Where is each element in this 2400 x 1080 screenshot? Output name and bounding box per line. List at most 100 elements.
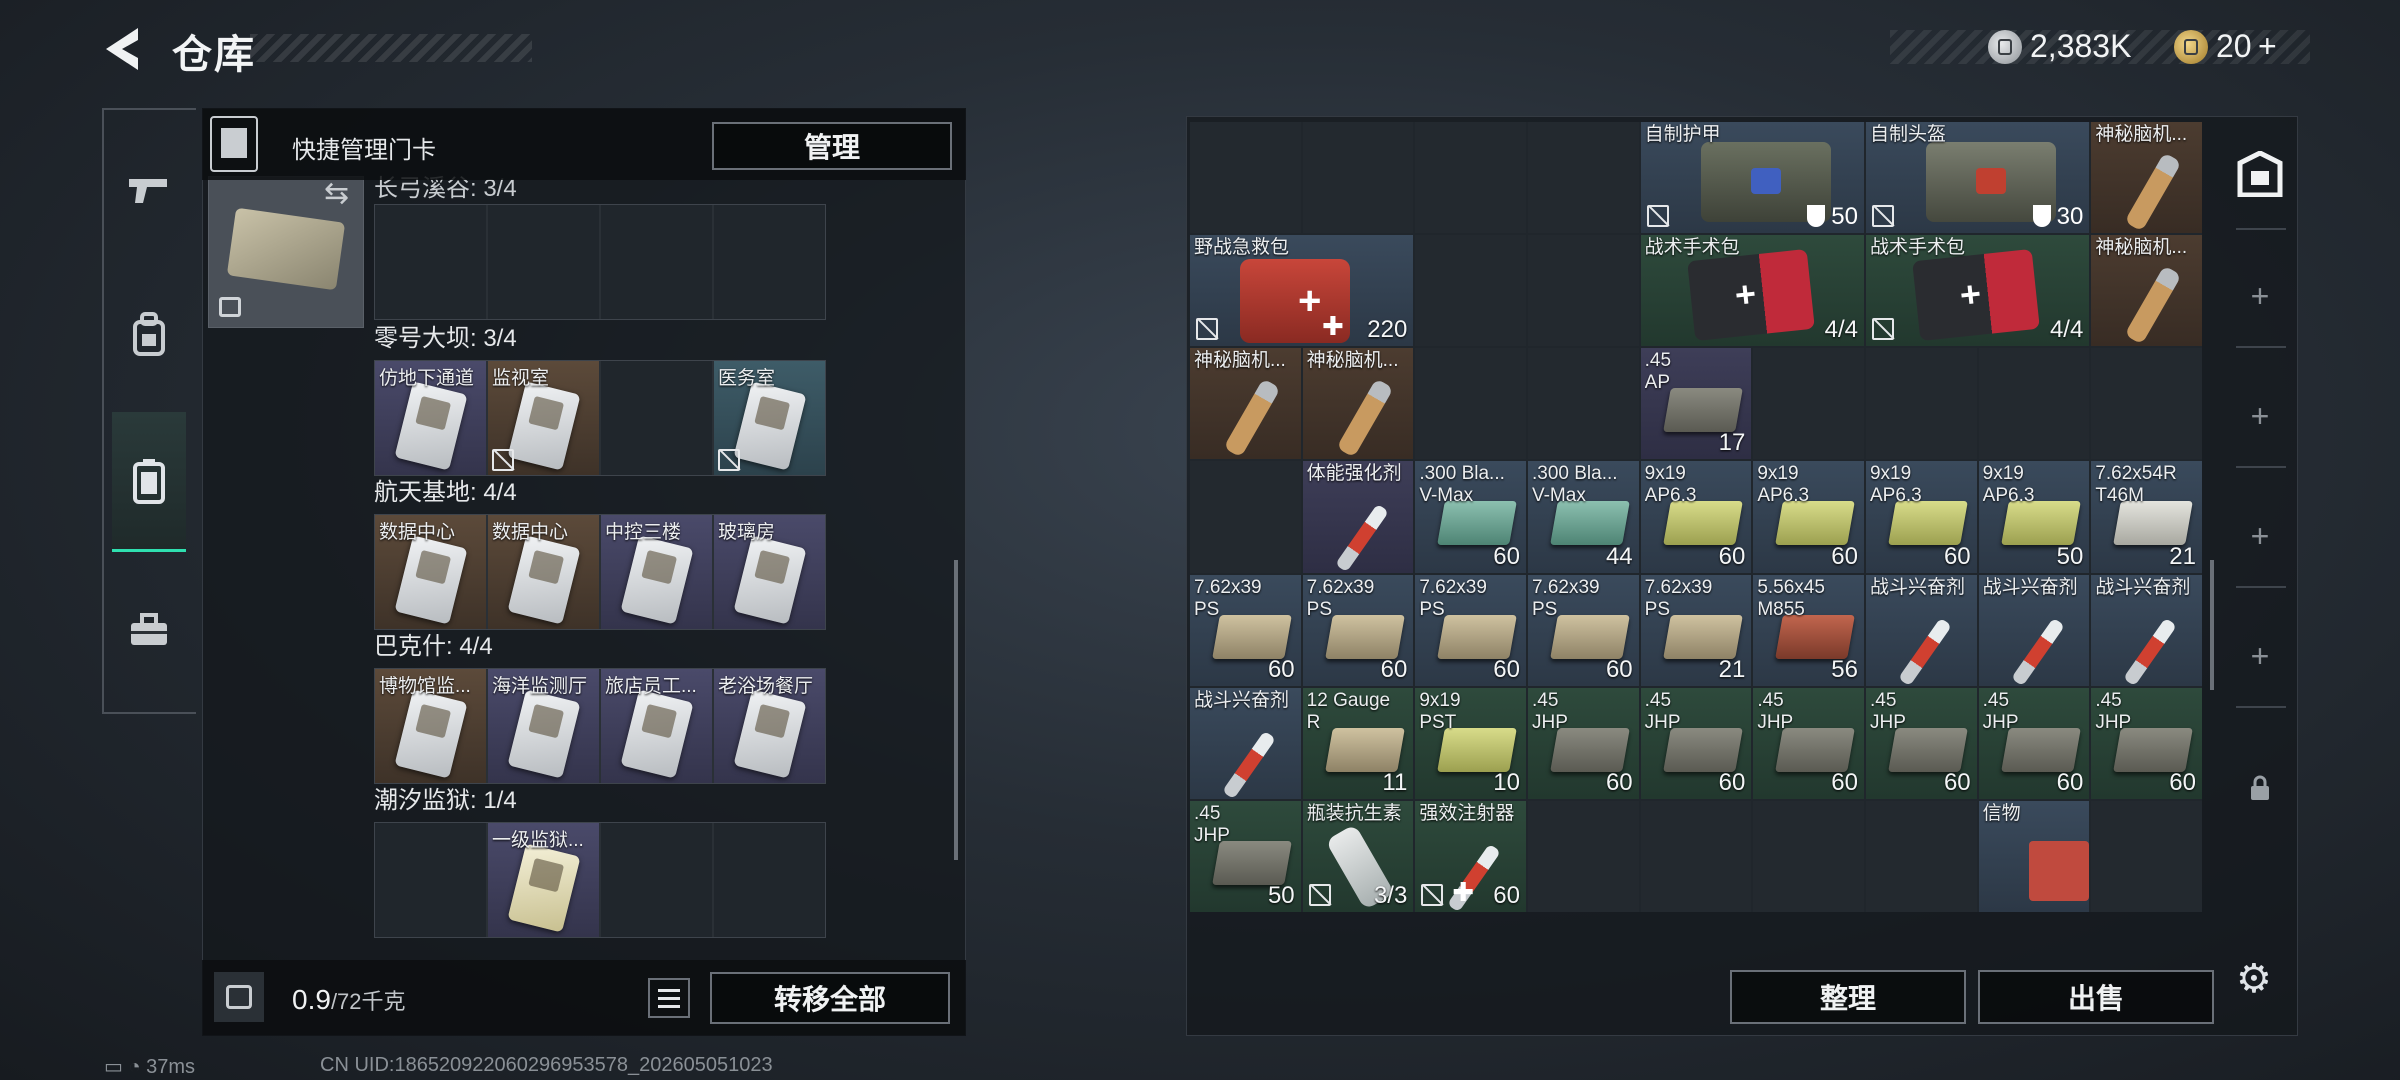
empty-slot[interactable]	[1753, 800, 1864, 912]
card-slot[interactable]: 医务室	[714, 361, 825, 475]
card-slot[interactable]: 玻璃房	[714, 515, 825, 629]
stash-item[interactable]: 7.62x39 PS 60	[1415, 574, 1526, 686]
back-arrow-icon[interactable]	[100, 24, 146, 74]
empty-slot[interactable]	[1978, 348, 2090, 460]
stash-item[interactable]: .300 Bla... V-Max 44	[1527, 461, 1639, 573]
stash-item[interactable]: 9x19 AP6.3 60	[1640, 461, 1752, 573]
stash-item[interactable]: 9x19 AP6.3 50	[1978, 461, 2090, 573]
gear-icon[interactable]: ⚙	[2236, 956, 2272, 1002]
left-scrollbar[interactable]	[954, 560, 958, 860]
stash-item[interactable]: .45 JHP 60	[1527, 687, 1639, 799]
empty-slot[interactable]	[1190, 461, 1301, 573]
card-slot[interactable]	[488, 205, 599, 319]
sort-button[interactable]: 整理	[1730, 970, 1966, 1024]
stash-item[interactable]: 神秘脑机...	[2091, 122, 2202, 234]
stash-item[interactable]: .45 JHP 60	[1865, 687, 1977, 799]
empty-slot[interactable]	[1190, 122, 1301, 234]
stash-item[interactable]: 7.62x39 PS 60	[1527, 574, 1639, 686]
backpack-tab[interactable]	[112, 294, 186, 374]
stash-item[interactable]: 野战急救包 ✚ 220	[1190, 235, 1414, 347]
keycard-tab[interactable]	[112, 412, 186, 552]
stash-item[interactable]: .45 JHP 60	[1753, 687, 1864, 799]
card-slot[interactable]	[601, 823, 712, 937]
empty-slot[interactable]	[1527, 235, 1639, 347]
card-slot[interactable]: 中控三楼	[601, 515, 712, 629]
stash-item[interactable]: 神秘脑机...	[1302, 348, 1414, 460]
card-slot[interactable]: 博物馆监...	[375, 669, 486, 783]
stash-item[interactable]: 12 Gauge R 11	[1302, 687, 1414, 799]
stash-scrollbar[interactable]	[2210, 560, 2214, 690]
stash-item[interactable]: 7.62x39 PS 60	[1190, 574, 1301, 686]
stash-item[interactable]: 9x19 PST 10	[1415, 687, 1526, 799]
card-slot[interactable]: 老浴场餐厅	[714, 669, 825, 783]
card-slot[interactable]: 数据中心	[488, 515, 599, 629]
empty-slot[interactable]	[1415, 348, 1526, 460]
stash-item[interactable]: .300 Bla... V-Max 60	[1415, 461, 1526, 573]
empty-slot[interactable]	[2091, 348, 2202, 460]
stash-item[interactable]: 神秘脑机...	[1190, 348, 1301, 460]
transfer-all-button[interactable]: 转移全部	[710, 972, 950, 1024]
plus-slot[interactable]: +	[2228, 626, 2292, 686]
empty-slot[interactable]	[1415, 235, 1526, 347]
stash-item[interactable]: 战斗兴奋剂	[2091, 574, 2202, 686]
lock-slot[interactable]	[2228, 760, 2292, 820]
stash-item[interactable]: .45 JHP 60	[1978, 687, 2090, 799]
stash-item[interactable]: .45 AP 17	[1640, 348, 1752, 460]
stash-item[interactable]: 战术手术包 4/4	[1865, 235, 2090, 347]
stash-item[interactable]: .45 JHP 60	[2091, 687, 2202, 799]
stash-item[interactable]: .45 JHP 50	[1190, 800, 1301, 912]
tools-tab[interactable]	[112, 590, 186, 670]
safe-box-slot[interactable]	[2228, 148, 2292, 208]
stash-item[interactable]: 7.62x54R T46M 21	[2091, 461, 2202, 573]
empty-slot[interactable]	[1302, 122, 1414, 234]
stash-item[interactable]: 7.62x39 PS 60	[1302, 574, 1414, 686]
plus-slot[interactable]: +	[2228, 506, 2292, 566]
sell-button[interactable]: 出售	[1978, 970, 2214, 1024]
card-slot[interactable]	[375, 205, 486, 319]
swap-icon[interactable]: ⇆	[324, 176, 349, 211]
empty-slot[interactable]	[1527, 800, 1639, 912]
card-slot[interactable]: 数据中心	[375, 515, 486, 629]
empty-slot[interactable]	[1865, 348, 1977, 460]
gold-currency-value[interactable]: 20 +	[2216, 28, 2277, 65]
backpack-icon	[133, 312, 165, 356]
plus-slot[interactable]: +	[2228, 266, 2292, 326]
empty-slot[interactable]	[2091, 800, 2202, 912]
empty-slot[interactable]	[1527, 122, 1639, 234]
card-slot[interactable]	[714, 205, 825, 319]
stash-item[interactable]: 战术手术包 4/4	[1640, 235, 1864, 347]
empty-slot[interactable]	[1640, 800, 1752, 912]
card-slot[interactable]	[601, 205, 712, 319]
plus-slot[interactable]: +	[2228, 386, 2292, 446]
stash-item[interactable]: 9x19 AP6.3 60	[1865, 461, 1977, 573]
stash-item[interactable]: 体能强化剂	[1302, 461, 1414, 573]
stash-item[interactable]: 战斗兴奋剂	[1865, 574, 1977, 686]
stash-item[interactable]: 9x19 AP6.3 60	[1753, 461, 1864, 573]
card-slot[interactable]: 监视室	[488, 361, 599, 475]
card-slot[interactable]	[375, 823, 486, 937]
empty-slot[interactable]	[1865, 800, 1977, 912]
empty-slot[interactable]	[1753, 348, 1864, 460]
card-slot[interactable]	[601, 361, 712, 475]
stash-item[interactable]: 瓶装抗生素 3/3	[1302, 800, 1414, 912]
stash-item[interactable]: 自制头盔 30	[1865, 122, 2090, 234]
list-view-icon[interactable]	[648, 978, 690, 1018]
card-slot[interactable]: 旅店员工...	[601, 669, 712, 783]
stash-item[interactable]: 自制护甲 50	[1640, 122, 1864, 234]
empty-slot[interactable]	[1415, 122, 1526, 234]
empty-slot[interactable]	[1527, 348, 1639, 460]
manage-button[interactable]: 管理	[712, 122, 952, 170]
card-slot[interactable]	[714, 823, 825, 937]
stash-item[interactable]: 战斗兴奋剂	[1190, 687, 1301, 799]
card-slot[interactable]: 仿地下通道	[375, 361, 486, 475]
stash-item[interactable]: .45 JHP 60	[1640, 687, 1752, 799]
card-slot[interactable]: 一级监狱...	[488, 823, 599, 937]
stash-item[interactable]: 神秘脑机...	[2091, 235, 2202, 347]
card-slot[interactable]: 海洋监测厅	[488, 669, 599, 783]
stash-item[interactable]: 7.62x39 PS 21	[1640, 574, 1752, 686]
stash-item[interactable]: 强效注射器 ✚ 60	[1415, 800, 1526, 912]
weapons-tab[interactable]	[112, 150, 186, 230]
stash-item[interactable]: 5.56x45 M855 56	[1753, 574, 1864, 686]
stash-item[interactable]: 信物	[1978, 800, 2090, 912]
stash-item[interactable]: 战斗兴奋剂	[1978, 574, 2090, 686]
